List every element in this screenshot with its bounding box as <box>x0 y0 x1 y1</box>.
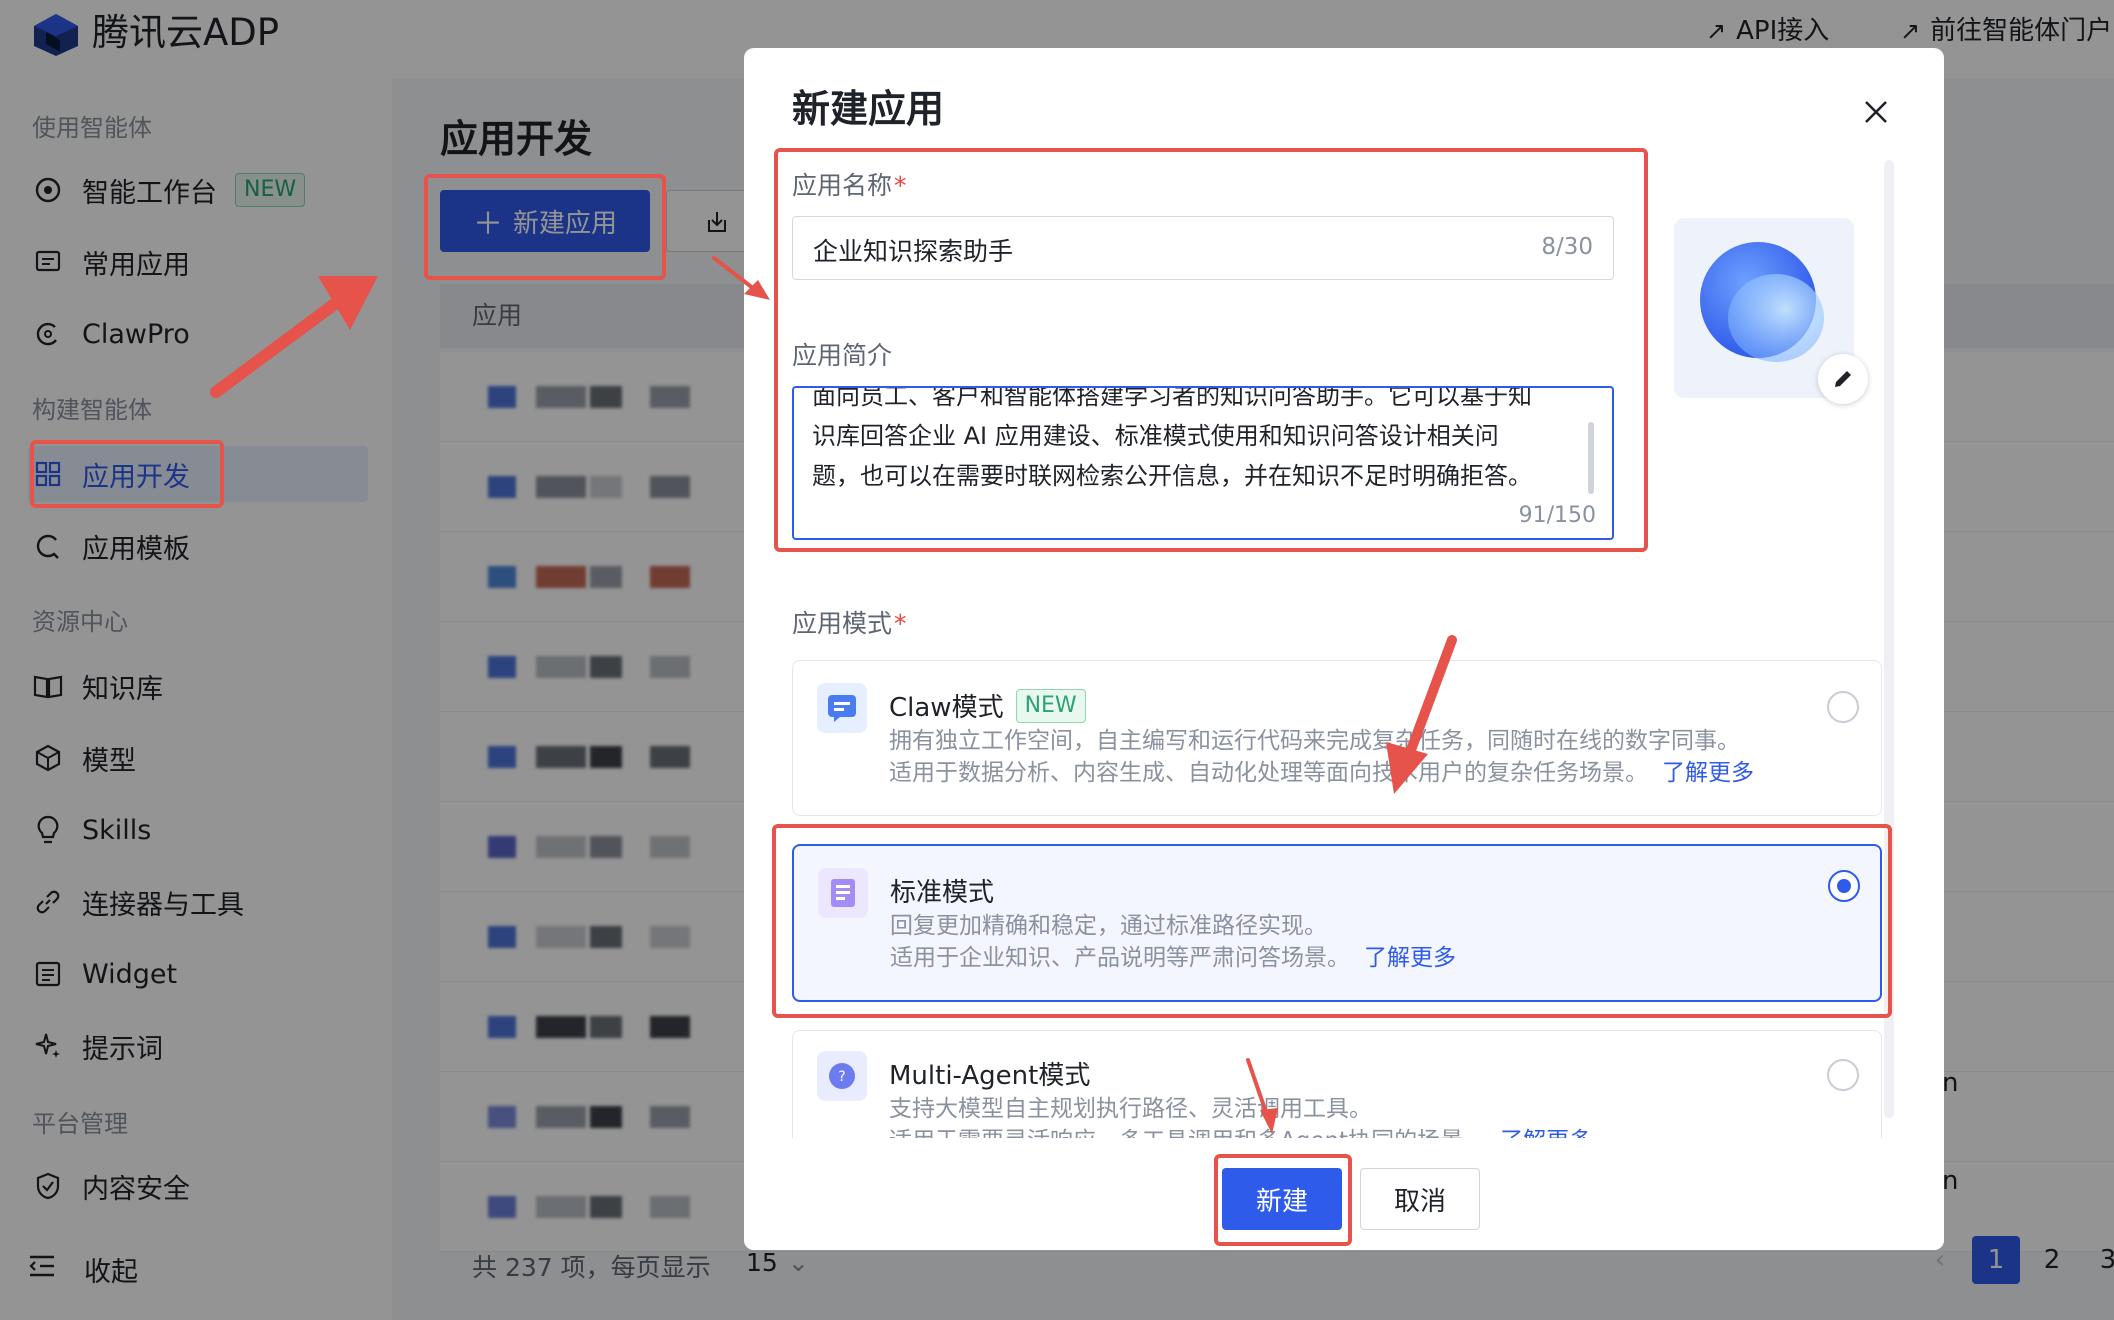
app-name-value: 企业知识探索助手 <box>813 237 1014 266</box>
svg-text:?: ? <box>838 1069 845 1085</box>
multi-agent-mode-desc-1: 支持大模型自主规划执行路径、灵活调用工具。 <box>889 1096 1372 1122</box>
standard-mode-desc-1: 回复更加精确和稳定，通过标准路径实现。 <box>890 913 1327 939</box>
standard-learn-more-link[interactable]: 了解更多 <box>1364 945 1456 971</box>
claw-mode-desc-text: 适用于数据分析、内容生成、自动化处理等面向技术用户的复杂任务场景。 <box>889 760 1648 786</box>
claw-mode-title: Claw模式 NEW <box>889 687 1086 724</box>
new-badge: NEW <box>1015 688 1086 723</box>
multi-agent-mode-radio[interactable] <box>1827 1059 1859 1091</box>
new-app-dialog: 新建应用 应用名称* 企业知识探索助手 8/30 应用简介 面向员工、客户和智能… <box>744 48 1944 1250</box>
multi-agent-mode-title: Multi-Agent模式 <box>889 1061 1091 1091</box>
intro-line: 题，也可以在需要时联网检索公开信息，并在知识不足时明确拒答。 <box>812 462 1532 490</box>
multi-agent-mode-icon: ? <box>817 1051 867 1101</box>
app-intro-counter: 91/150 <box>1518 503 1596 528</box>
intro-line: 识库回答企业 AI 应用建设、标准模式使用和知识问答设计相关问 <box>812 422 1499 450</box>
app-mode-label-text: 应用模式 <box>792 609 893 638</box>
app-mode-label: 应用模式* <box>792 604 907 640</box>
claw-mode-desc-1: 拥有独立工作空间，自主编写和运行代码来完成复杂任务，同随时在线的数字同事。 <box>889 728 1740 754</box>
cancel-button[interactable]: 取消 <box>1360 1168 1480 1230</box>
standard-mode-title: 标准模式 <box>890 878 995 908</box>
required-mark: * <box>894 171 907 200</box>
claw-mode-name: Claw模式 <box>889 693 1004 723</box>
standard-mode-icon <box>818 868 868 918</box>
app-name-counter: 8/30 <box>1541 234 1593 260</box>
dialog-scrollbar[interactable] <box>1884 160 1894 1118</box>
mode-option-standard[interactable]: 标准模式 回复更加精确和稳定，通过标准路径实现。 适用于企业知识、产品说明等严肃… <box>792 844 1882 1002</box>
standard-mode-desc-text: 适用于企业知识、产品说明等严肃问答场景。 <box>890 945 1350 971</box>
edit-avatar-button[interactable] <box>1818 354 1868 404</box>
app-name-label: 应用名称* <box>792 166 907 202</box>
required-mark: * <box>894 609 907 638</box>
textarea-scrollbar[interactable] <box>1588 422 1594 494</box>
app-name-label-text: 应用名称 <box>792 171 893 200</box>
app-name-input[interactable]: 企业知识探索助手 8/30 <box>792 216 1614 280</box>
dialog-title: 新建应用 <box>792 87 945 131</box>
app-intro-label: 应用简介 <box>792 341 893 370</box>
claw-learn-more-link[interactable]: 了解更多 <box>1662 760 1754 786</box>
create-button[interactable]: 新建 <box>1222 1168 1342 1230</box>
standard-mode-radio[interactable] <box>1828 870 1860 902</box>
intro-line: 面向员工、客户和智能体搭建学习者的知识问答助手。它可以基于知 <box>812 386 1532 410</box>
close-icon[interactable] <box>1848 84 1904 140</box>
claw-mode-desc-2: 适用于数据分析、内容生成、自动化处理等面向技术用户的复杂任务场景。 了解更多 <box>889 757 1754 789</box>
pencil-icon <box>1835 371 1851 387</box>
app-intro-textarea[interactable]: 面向员工、客户和智能体搭建学习者的知识问答助手。它可以基于知 识库回答企业 AI… <box>792 386 1614 540</box>
mode-option-claw[interactable]: Claw模式 NEW 拥有独立工作空间，自主编写和运行代码来完成复杂任务，同随时在… <box>792 660 1882 816</box>
app-intro-value: 面向员工、客户和智能体搭建学习者的知识问答助手。它可以基于知 识库回答企业 AI… <box>812 386 1582 496</box>
dialog-footer: 新建 取消 <box>744 1138 1944 1250</box>
claw-mode-icon <box>817 683 867 733</box>
standard-mode-desc-2: 适用于企业知识、产品说明等严肃问答场景。 了解更多 <box>890 942 1456 974</box>
claw-mode-radio[interactable] <box>1827 691 1859 723</box>
